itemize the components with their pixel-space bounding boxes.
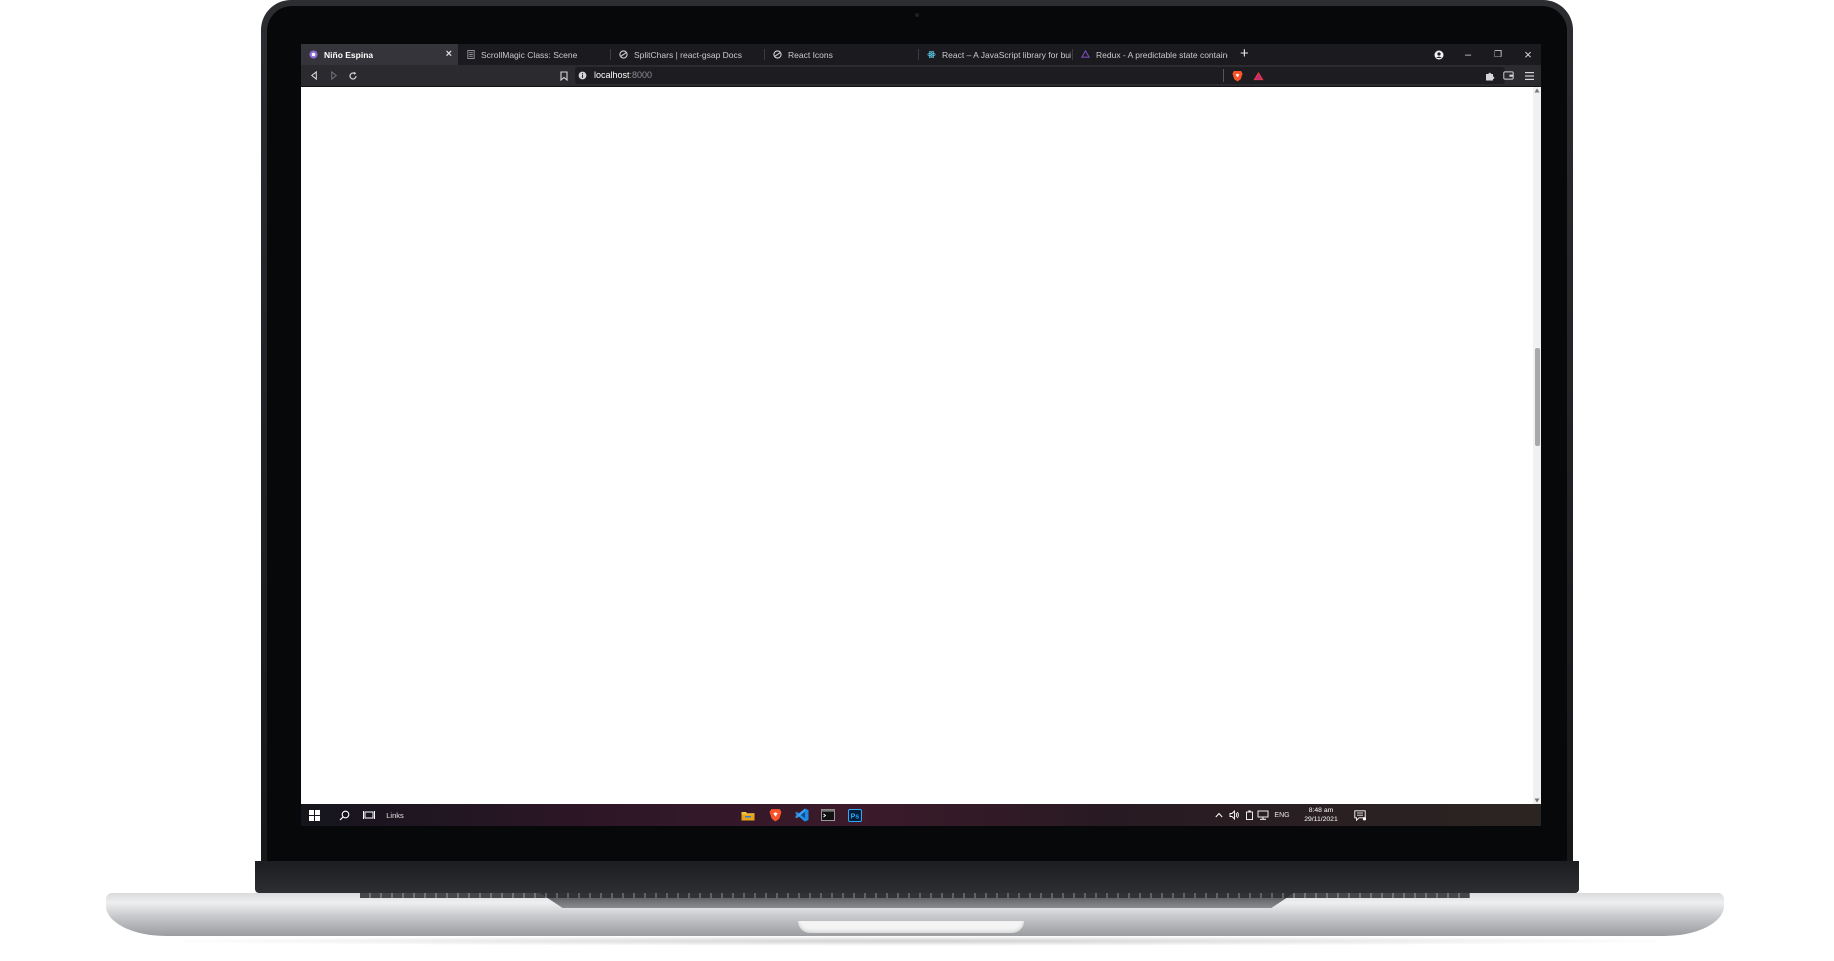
clock-time: 8:48 am — [1308, 807, 1334, 814]
rewards-triangle-icon — [1253, 71, 1264, 80]
clock-date: 29/11/2021 — [1304, 816, 1338, 823]
tab-label: React Icons — [788, 49, 833, 60]
webcam — [915, 13, 919, 17]
close-window-button[interactable]: × — [1518, 44, 1538, 65]
terminal-icon — [821, 809, 835, 821]
windows-logo-icon — [308, 809, 320, 821]
laptop-screen: Niño Espina × ScrollMagic Class: Scene S… — [301, 44, 1541, 826]
address-bar[interactable] — [575, 67, 1505, 84]
profile-icon[interactable] — [1430, 44, 1448, 65]
extensions-button[interactable] — [1482, 68, 1497, 83]
site-info-icon[interactable] — [576, 68, 589, 83]
speaker-icon — [1229, 810, 1239, 820]
links-toolbar[interactable]: Links — [381, 807, 409, 823]
photoshop-taskbar-button[interactable]: Ps — [846, 807, 864, 823]
wallet-icon — [1503, 71, 1514, 80]
tab-scrollmagic[interactable]: ScrollMagic Class: Scene — [458, 44, 588, 65]
battery-plug-icon — [1245, 810, 1253, 820]
notification-icon — [1354, 809, 1366, 821]
tab-react-docs[interactable]: React – A JavaScript library for buildin — [919, 44, 1071, 65]
tab-splitchars[interactable]: SplitChars | react-gsap Docs — [611, 44, 761, 65]
forward-button[interactable] — [326, 68, 341, 83]
network-icon — [1257, 810, 1269, 820]
brave-rewards-button[interactable] — [1251, 68, 1266, 83]
tab-label: React – A JavaScript library for buildin — [942, 49, 1071, 60]
address-divider — [1223, 69, 1224, 82]
action-center-button[interactable] — [1352, 807, 1368, 823]
globe-icon — [773, 50, 782, 59]
url-port: :8000 — [629, 70, 653, 80]
react-icon — [927, 50, 936, 59]
laptop-shadow — [140, 936, 1700, 946]
network-button[interactable] — [1256, 807, 1270, 823]
new-tab-button[interactable]: + — [1240, 45, 1249, 62]
terminal-taskbar-button[interactable] — [819, 807, 837, 823]
search-button[interactable] — [336, 807, 352, 823]
document-icon — [466, 50, 475, 59]
redux-icon — [1081, 50, 1090, 59]
windows-taskbar: Links Ps ENG 8:48 am 29/11/2021 — [301, 804, 1541, 826]
tab-react-icons[interactable]: React Icons — [765, 44, 920, 65]
lid-opening-notch — [798, 921, 1024, 933]
search-icon — [339, 810, 349, 820]
clock[interactable]: 8:48 am 29/11/2021 — [1299, 806, 1343, 824]
menu-button[interactable] — [1522, 68, 1537, 83]
folder-icon — [741, 811, 755, 820]
vscode-taskbar-button[interactable] — [793, 807, 811, 823]
brave-shields-button[interactable] — [1230, 68, 1245, 83]
vertical-scrollbar[interactable] — [1533, 87, 1541, 804]
tab-label: Niño Espina — [324, 49, 374, 60]
start-button[interactable] — [306, 807, 322, 823]
photoshop-icon: Ps — [848, 808, 862, 822]
browser-toolbar: localhost:8000 — [301, 65, 1541, 87]
restore-button[interactable]: ❐ — [1488, 44, 1508, 65]
reload-icon — [348, 71, 357, 80]
nino-espina-favicon — [309, 50, 318, 59]
globe-icon — [619, 50, 628, 59]
back-icon — [310, 71, 317, 80]
hamburger-icon — [1525, 71, 1534, 80]
svg-text:Ps: Ps — [851, 813, 860, 820]
vscode-icon — [795, 808, 809, 822]
tab-label: ScrollMagic Class: Scene — [481, 49, 578, 60]
keyboard-keys — [360, 893, 1470, 898]
bookmark-button[interactable] — [556, 68, 571, 83]
reload-button[interactable] — [345, 68, 360, 83]
scroll-down-icon — [1534, 798, 1540, 803]
volume-button[interactable] — [1227, 807, 1241, 823]
tab-label: Redux - A predictable state container — [1096, 49, 1228, 60]
wallet-button[interactable] — [1501, 68, 1516, 83]
brave-taskbar-button[interactable] — [766, 807, 784, 823]
puzzle-icon — [1485, 72, 1494, 80]
url-host: localhost — [594, 70, 630, 80]
url-text[interactable]: localhost:8000 — [594, 68, 652, 83]
brave-lion-icon — [769, 809, 781, 822]
task-view-icon — [363, 811, 375, 819]
battery-button[interactable] — [1243, 807, 1255, 823]
chevron-up-icon — [1215, 812, 1223, 818]
input-language-indicator[interactable]: ENG — [1271, 807, 1293, 823]
show-hidden-icons-button[interactable] — [1213, 807, 1225, 823]
task-view-button[interactable] — [361, 807, 377, 823]
tab-redux[interactable]: Redux - A predictable state container — [1073, 44, 1228, 65]
minimize-button[interactable]: – — [1458, 44, 1478, 65]
tab-label: SplitChars | react-gsap Docs — [634, 49, 743, 60]
back-button[interactable] — [307, 68, 322, 83]
forward-icon — [331, 71, 338, 80]
scroll-up-icon — [1534, 88, 1540, 93]
web-page-content[interactable] — [301, 87, 1533, 804]
tab-nino-espina[interactable]: Niño Espina × — [301, 44, 458, 65]
file-explorer-taskbar-button[interactable] — [739, 807, 757, 823]
brave-lion-icon — [1232, 70, 1243, 81]
bookmark-icon — [559, 70, 568, 81]
scrollbar-thumb[interactable] — [1535, 347, 1540, 446]
close-tab-icon[interactable]: × — [446, 48, 452, 60]
browser-tab-bar: Niño Espina × ScrollMagic Class: Scene S… — [301, 44, 1541, 65]
laptop-hinge — [255, 861, 1579, 893]
